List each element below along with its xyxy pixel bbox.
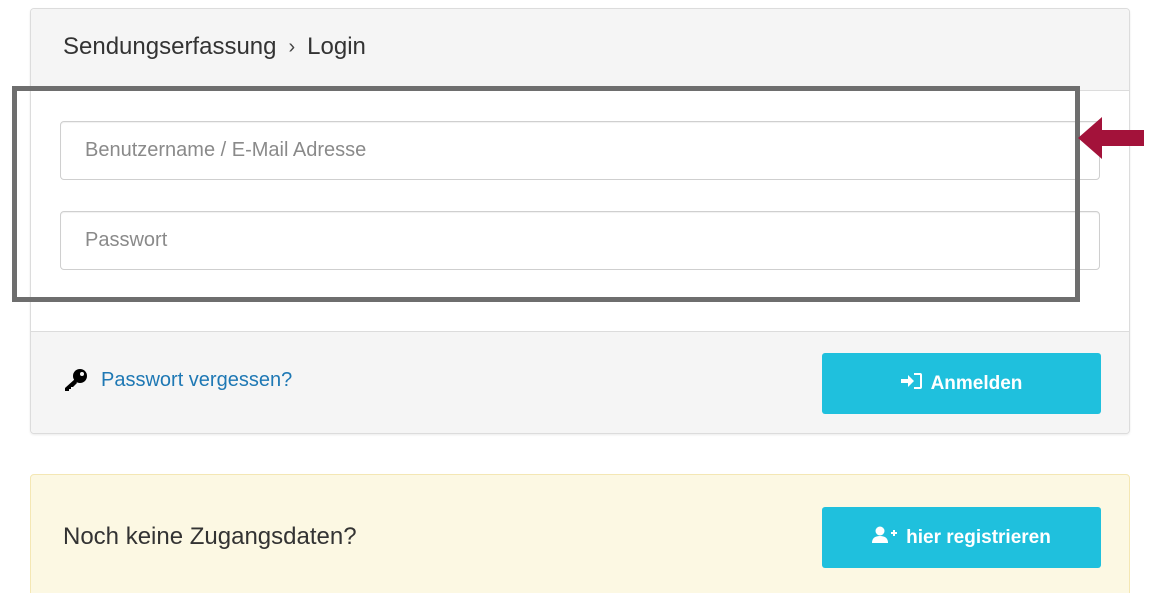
registration-prompt: Noch keine Zugangsdaten?: [63, 523, 357, 550]
login-panel: Sendungserfassung › Login Passwort verge…: [30, 8, 1130, 434]
panel-footer: Passwort vergessen? Anmelden: [31, 331, 1129, 433]
key-icon: [63, 368, 89, 392]
register-button-label: hier registrieren: [906, 526, 1051, 548]
user-plus-icon: [872, 526, 898, 550]
breadcrumb-section: Sendungserfassung: [63, 33, 277, 60]
breadcrumb-separator: ›: [288, 35, 296, 58]
forgot-password-label: Passwort vergessen?: [101, 368, 293, 391]
panel-header: Sendungserfassung › Login: [31, 9, 1129, 91]
sign-in-icon: [900, 372, 923, 396]
password-input[interactable]: [60, 211, 1100, 270]
username-input[interactable]: [60, 121, 1100, 180]
login-button-label: Anmelden: [930, 372, 1023, 394]
forgot-password-link[interactable]: Passwort vergessen?: [63, 368, 292, 392]
breadcrumb: Sendungserfassung › Login: [63, 33, 366, 61]
register-button[interactable]: hier registrieren: [822, 507, 1101, 568]
registration-panel: Noch keine Zugangsdaten? hier registrier…: [30, 474, 1130, 593]
login-button[interactable]: Anmelden: [822, 353, 1101, 414]
login-page: Sendungserfassung › Login Passwort verge…: [0, 0, 1151, 593]
breadcrumb-current: Login: [307, 33, 366, 60]
